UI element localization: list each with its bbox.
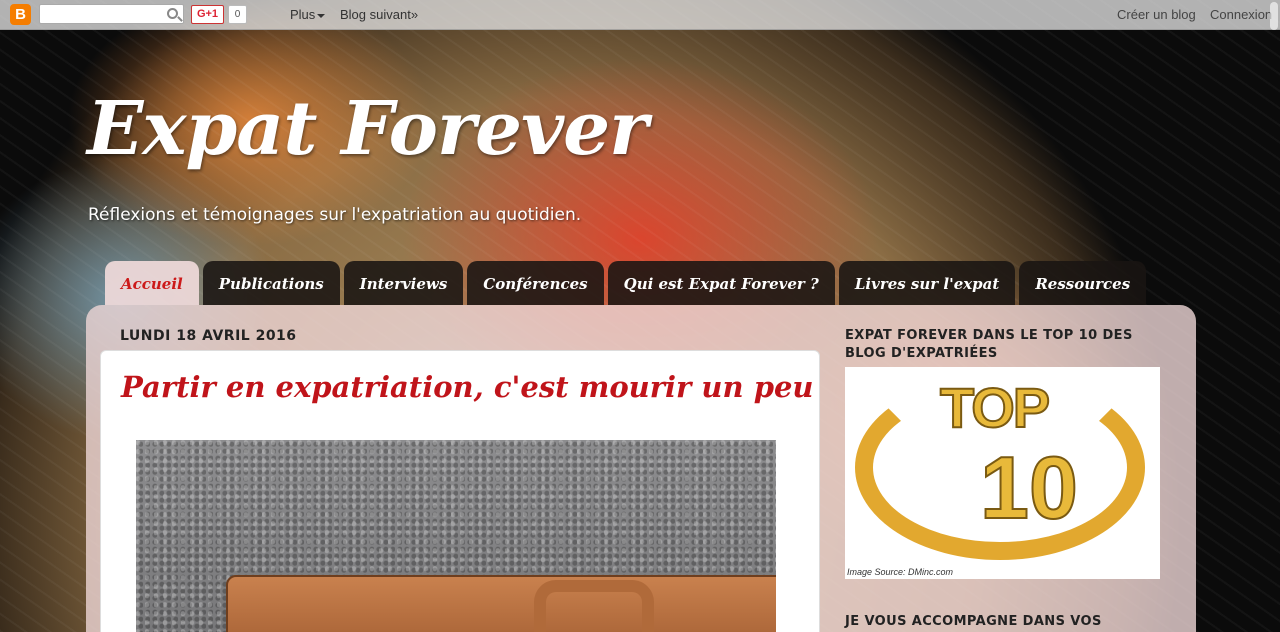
plus-one-count: 0 [228, 5, 247, 24]
tab-livres-sur-l-expat[interactable]: Livres sur l'expat [838, 261, 1016, 305]
suitcase-handle-shape [534, 580, 654, 632]
suitcase-shape [226, 575, 776, 632]
search-icon[interactable] [167, 8, 178, 19]
next-blog-link[interactable]: Blog suivant» [340, 7, 418, 22]
ten-badge-text: 10 [979, 437, 1079, 538]
top-badge-text: TOP [939, 375, 1051, 440]
tab-ressources[interactable]: Ressources [1019, 261, 1147, 305]
post-title-link[interactable]: Partir en expatriation, c'est mourir un … [121, 370, 814, 404]
create-blog-link[interactable]: Créer un blog [1117, 7, 1196, 22]
tab-accueil[interactable]: Accueil [105, 261, 199, 305]
blog-description: Réflexions et témoignages sur l'expatria… [88, 205, 582, 225]
google-plus-one-button[interactable]: G+1 [191, 5, 224, 24]
sidebar-widget-title-top10: EXPAT FOREVER DANS LE TOP 10 DES BLOG D'… [845, 328, 1133, 361]
scrollbar-thumb[interactable] [1270, 2, 1278, 30]
tab-interviews[interactable]: Interviews [343, 261, 464, 305]
blogger-logo-icon[interactable]: B [10, 4, 31, 25]
navbar-search-input[interactable] [39, 4, 184, 24]
tab-conferences[interactable]: Conférences [467, 261, 604, 305]
blogger-navbar: B G+1 0 Plus Blog suivant» Créer un blog… [0, 0, 1280, 30]
post-date-header: LUNDI 18 AVRIL 2016 [120, 328, 297, 344]
tab-qui-est-expat-forever[interactable]: Qui est Expat Forever ? [607, 261, 835, 305]
top10-badge-image[interactable]: TOP 10 Image Source: DMinc.com [845, 367, 1160, 579]
tab-publications[interactable]: Publications [202, 261, 340, 305]
more-menu-label: Plus [290, 7, 316, 22]
page-tabs: Accueil Publications Interviews Conféren… [105, 261, 1147, 305]
login-link[interactable]: Connexion [1210, 7, 1272, 22]
image-source-caption: Image Source: DMinc.com [847, 567, 954, 577]
chevron-down-icon [317, 13, 326, 18]
blog-title[interactable]: Expat Forever [87, 86, 648, 172]
more-menu-button[interactable]: Plus [290, 7, 326, 22]
sidebar-widget-title-accompagne: JE VOUS ACCOMPAGNE DANS VOS [845, 614, 1102, 629]
post-image-suitcase[interactable] [136, 440, 776, 632]
